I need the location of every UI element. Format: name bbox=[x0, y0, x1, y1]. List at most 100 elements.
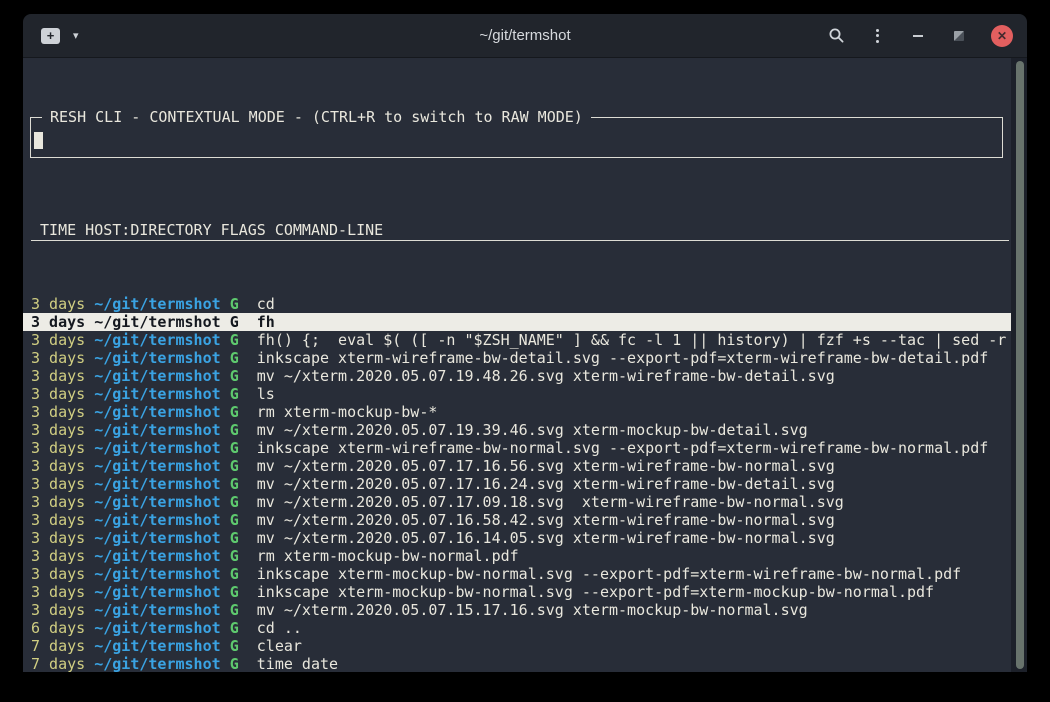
row-time: 3 days bbox=[31, 565, 85, 583]
row-flag: G bbox=[230, 475, 239, 493]
scrollbar-track[interactable] bbox=[1011, 58, 1027, 672]
row-flag: G bbox=[230, 295, 239, 313]
row-time: 3 days bbox=[31, 313, 85, 331]
row-time: 3 days bbox=[31, 457, 85, 475]
minimize-icon bbox=[913, 35, 923, 37]
history-row[interactable]: 3 days ~/git/termshot G mv ~/xterm.2020.… bbox=[23, 457, 1027, 475]
row-flag: G bbox=[230, 637, 239, 655]
titlebar[interactable]: + ▾ ~/git/termshot bbox=[23, 14, 1027, 58]
text-cursor bbox=[34, 132, 43, 149]
history-row[interactable]: 3 days ~/git/termshot G inkscape xterm-m… bbox=[23, 583, 1027, 601]
history-row[interactable]: 3 days ~/git/termshot G mv ~/xterm.2020.… bbox=[23, 493, 1027, 511]
row-time: 3 days bbox=[31, 385, 85, 403]
row-command: mv ~/xterm.2020.05.07.17.16.56.svg xterm… bbox=[257, 457, 835, 475]
row-command: rm xterm-mockup-bw-* bbox=[257, 403, 438, 421]
history-row[interactable]: 3 days ~/git/termshot G mv ~/xterm.2020.… bbox=[23, 601, 1027, 619]
restore-icon bbox=[954, 31, 964, 41]
search-box[interactable]: RESH CLI - CONTEXTUAL MODE - (CTRL+R to … bbox=[30, 117, 1003, 158]
tab-dropdown-button[interactable]: ▾ bbox=[73, 29, 79, 42]
history-row[interactable]: 3 days ~/git/termshot G ls bbox=[23, 385, 1027, 403]
row-time: 7 days bbox=[31, 655, 85, 672]
row-flag: G bbox=[230, 493, 239, 511]
row-time: 3 days bbox=[31, 421, 85, 439]
row-command: clear bbox=[257, 637, 302, 655]
row-directory: ~/git/termshot bbox=[94, 655, 220, 672]
row-flag: G bbox=[230, 511, 239, 529]
row-command: mv ~/xterm.2020.05.07.16.58.42.svg xterm… bbox=[257, 511, 835, 529]
minimize-button[interactable] bbox=[909, 27, 927, 45]
row-flag: G bbox=[230, 331, 239, 349]
history-row[interactable]: 3 days ~/git/termshot G cd bbox=[23, 295, 1027, 313]
row-flag: G bbox=[230, 313, 239, 331]
row-flag: G bbox=[230, 421, 239, 439]
row-time: 3 days bbox=[31, 403, 85, 421]
new-tab-icon: + bbox=[47, 29, 55, 42]
history-row[interactable]: 6 days ~/git/termshot G cd .. bbox=[23, 619, 1027, 637]
history-row[interactable]: 3 days ~/git/termshot G mv ~/xterm.2020.… bbox=[23, 529, 1027, 547]
history-row[interactable]: 3 days ~/git/termshot G fh() {; eval $( … bbox=[23, 331, 1027, 349]
history-list: 3 days ~/git/termshot G cd3 days ~/git/t… bbox=[23, 295, 1027, 672]
row-command: fh bbox=[257, 313, 275, 331]
row-command: mv ~/xterm.2020.05.07.19.39.46.svg xterm… bbox=[257, 421, 808, 439]
row-directory: ~/git/termshot bbox=[94, 421, 220, 439]
row-command: inkscape xterm-mockup-bw-normal.svg --ex… bbox=[257, 583, 934, 601]
titlebar-right-controls: ✕ bbox=[827, 25, 1027, 47]
row-directory: ~/git/termshot bbox=[94, 493, 220, 511]
history-row[interactable]: 3 days ~/git/termshot G fh bbox=[23, 313, 1011, 331]
close-button[interactable]: ✕ bbox=[991, 25, 1013, 47]
row-time: 3 days bbox=[31, 349, 85, 367]
row-time: 3 days bbox=[31, 367, 85, 385]
row-flag: G bbox=[230, 619, 239, 637]
row-time: 3 days bbox=[31, 439, 85, 457]
row-command: mv ~/xterm.2020.05.07.19.48.26.svg xterm… bbox=[257, 367, 835, 385]
row-directory: ~/git/termshot bbox=[94, 511, 220, 529]
history-row[interactable]: 3 days ~/git/termshot G mv ~/xterm.2020.… bbox=[23, 511, 1027, 529]
terminal-screen: RESH CLI - CONTEXTUAL MODE - (CTRL+R to … bbox=[23, 58, 1027, 672]
row-command: fh() {; eval $( ([ -n "$ZSH_NAME" ] && f… bbox=[257, 331, 1007, 349]
row-command: rm xterm-mockup-bw-normal.pdf bbox=[257, 547, 519, 565]
row-flag: G bbox=[230, 367, 239, 385]
row-flag: G bbox=[230, 547, 239, 565]
row-directory: ~/git/termshot bbox=[94, 349, 220, 367]
history-row[interactable]: 3 days ~/git/termshot G inkscape xterm-w… bbox=[23, 349, 1027, 367]
row-flag: G bbox=[230, 583, 239, 601]
history-row[interactable]: 3 days ~/git/termshot G mv ~/xterm.2020.… bbox=[23, 475, 1027, 493]
row-directory: ~/git/termshot bbox=[94, 619, 220, 637]
row-flag: G bbox=[230, 385, 239, 403]
row-directory: ~/git/termshot bbox=[94, 385, 220, 403]
new-tab-button[interactable]: + bbox=[41, 28, 60, 44]
menu-button[interactable] bbox=[868, 27, 886, 45]
history-row[interactable]: 3 days ~/git/termshot G rm xterm-mockup-… bbox=[23, 403, 1027, 421]
menu-dots-icon bbox=[876, 29, 879, 43]
row-command: inkscape xterm-mockup-bw-normal.svg --ex… bbox=[257, 565, 961, 583]
row-flag: G bbox=[230, 565, 239, 583]
history-row[interactable]: 7 days ~/git/termshot G clear bbox=[23, 637, 1027, 655]
chevron-down-icon: ▾ bbox=[73, 30, 79, 42]
row-directory: ~/git/termshot bbox=[94, 529, 220, 547]
desktop-background: + ▾ ~/git/termshot bbox=[0, 0, 1050, 702]
history-row[interactable]: 7 days ~/git/termshot G time date bbox=[23, 655, 1027, 672]
row-command: mv ~/xterm.2020.05.07.17.16.24.svg xterm… bbox=[257, 475, 835, 493]
restore-button[interactable] bbox=[950, 27, 968, 45]
row-flag: G bbox=[230, 439, 239, 457]
history-row[interactable]: 3 days ~/git/termshot G rm xterm-mockup-… bbox=[23, 547, 1027, 565]
row-command: mv ~/xterm.2020.05.07.15.17.16.svg xterm… bbox=[257, 601, 808, 619]
search-button[interactable] bbox=[827, 27, 845, 45]
row-flag: G bbox=[230, 349, 239, 367]
history-row[interactable]: 3 days ~/git/termshot G mv ~/xterm.2020.… bbox=[23, 367, 1027, 385]
row-directory: ~/git/termshot bbox=[94, 439, 220, 457]
row-time: 3 days bbox=[31, 511, 85, 529]
columns-header: TIME HOST:DIRECTORY FLAGS COMMAND-LINE bbox=[31, 221, 1009, 241]
scrollbar-thumb[interactable] bbox=[1016, 61, 1024, 669]
row-flag: G bbox=[230, 529, 239, 547]
history-row[interactable]: 3 days ~/git/termshot G mv ~/xterm.2020.… bbox=[23, 421, 1027, 439]
row-command: ls bbox=[257, 385, 275, 403]
history-row[interactable]: 3 days ~/git/termshot G inkscape xterm-w… bbox=[23, 439, 1027, 457]
row-command: cd bbox=[257, 295, 275, 313]
row-command: inkscape xterm-wireframe-bw-detail.svg -… bbox=[257, 349, 989, 367]
row-time: 3 days bbox=[31, 295, 85, 313]
row-directory: ~/git/termshot bbox=[94, 583, 220, 601]
titlebar-left-controls: + ▾ bbox=[23, 28, 79, 44]
history-row[interactable]: 3 days ~/git/termshot G inkscape xterm-m… bbox=[23, 565, 1027, 583]
row-directory: ~/git/termshot bbox=[94, 457, 220, 475]
